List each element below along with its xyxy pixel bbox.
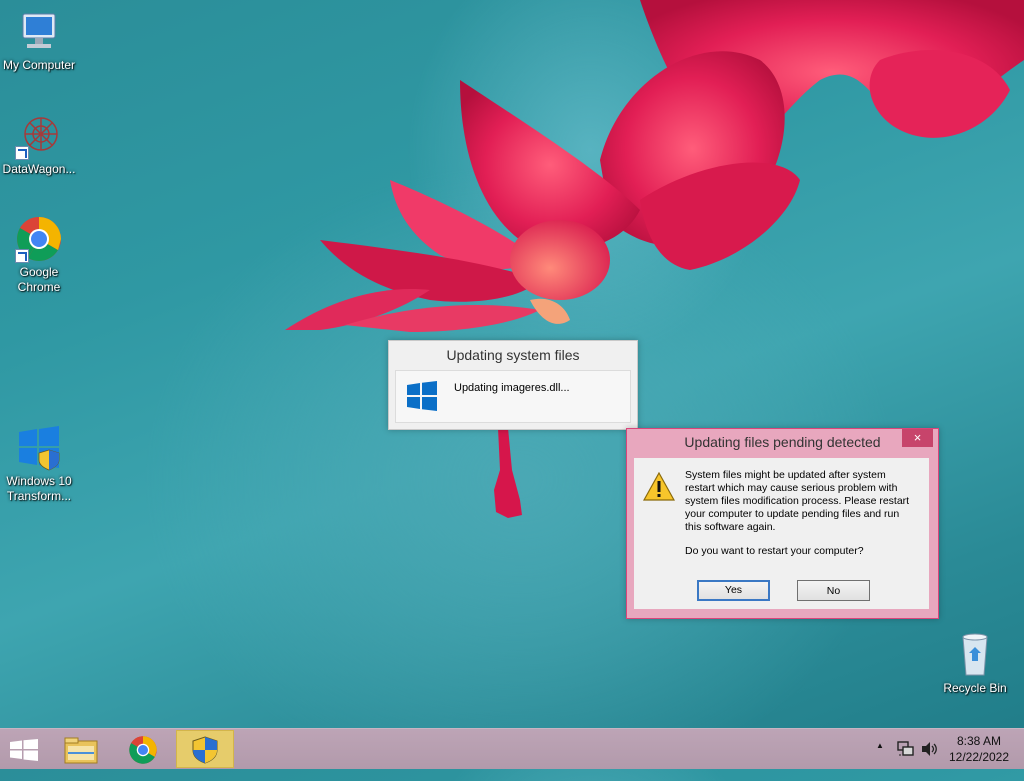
- desktop-icon-windows10-transform[interactable]: Windows 10 Transform...: [0, 424, 78, 504]
- start-icon: [10, 739, 38, 761]
- taskbar-file-explorer[interactable]: [52, 730, 110, 768]
- chrome-icon: [15, 215, 63, 263]
- shortcut-arrow-icon: [15, 146, 29, 160]
- dialog-title: Updating files pending detected: [684, 434, 881, 450]
- progress-status-text: Updating imageres.dll...: [454, 382, 570, 394]
- dialog-body: System files might be updated after syst…: [634, 458, 929, 609]
- clock-date: 12/22/2022: [948, 750, 1010, 764]
- taskbar-shield-app[interactable]: [176, 730, 234, 768]
- computer-icon: [15, 8, 63, 56]
- desktop: My Computer DataWagon... Google Chrome W…: [0, 0, 1024, 728]
- clock-time: 8:38 AM: [956, 734, 1002, 748]
- progress-window: Updating system files Updating imageres.…: [388, 340, 638, 430]
- volume-icon[interactable]: [921, 741, 939, 757]
- shield-app-icon: [192, 736, 218, 764]
- progress-window-body: Updating imageres.dll...: [395, 370, 631, 423]
- desktop-icon-google-chrome[interactable]: Google Chrome: [0, 215, 78, 295]
- desktop-icon-datawagon[interactable]: DataWagon...: [0, 112, 78, 177]
- dialog-message: System files might be updated after syst…: [685, 469, 910, 533]
- chrome-icon: [129, 736, 157, 764]
- desktop-icon-label: DataWagon...: [2, 162, 76, 176]
- desktop-icon-label: Google Chrome: [17, 265, 61, 294]
- restart-dialog: Updating files pending detected × System…: [626, 428, 939, 619]
- taskbar: ▲ 8:38 AM 12/22/2022: [0, 728, 1024, 769]
- network-icon[interactable]: [897, 741, 915, 757]
- windows-logo-icon: [407, 381, 437, 411]
- desktop-icon-label: Windows 10 Transform...: [6, 474, 72, 503]
- desktop-icon-label: My Computer: [2, 58, 76, 72]
- datawagon-icon: [15, 112, 63, 160]
- yes-button[interactable]: Yes: [697, 580, 770, 601]
- shortcut-arrow-icon: [15, 249, 29, 263]
- recycle-bin-icon: [951, 631, 999, 679]
- start-button[interactable]: [0, 730, 58, 768]
- windows-shield-icon: [15, 424, 63, 472]
- no-button[interactable]: No: [797, 580, 870, 601]
- clock[interactable]: 8:38 AM 12/22/2022: [944, 733, 1014, 765]
- file-explorer-icon: [64, 737, 98, 764]
- dialog-question: Do you want to restart your computer?: [685, 545, 864, 557]
- close-button[interactable]: ×: [902, 429, 933, 447]
- progress-window-title: Updating system files: [446, 347, 580, 363]
- warning-icon: [643, 472, 675, 501]
- desktop-icon-recycle-bin[interactable]: Recycle Bin: [936, 631, 1014, 696]
- taskbar-chrome[interactable]: [114, 730, 172, 768]
- desktop-icon-label: Recycle Bin: [943, 681, 1007, 695]
- show-hidden-icons-button[interactable]: ▲: [876, 741, 884, 781]
- desktop-icon-my-computer[interactable]: My Computer: [0, 8, 78, 73]
